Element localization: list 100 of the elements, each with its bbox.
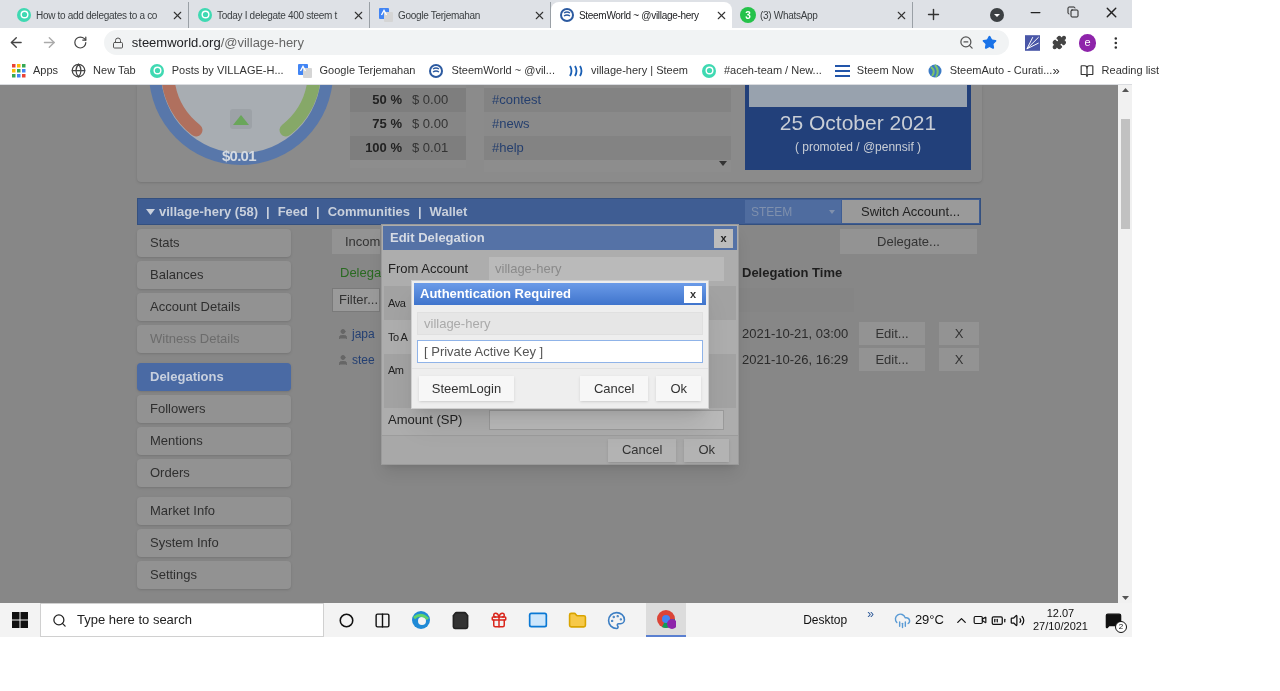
edit-button[interactable]: Edit...	[859, 348, 925, 371]
remove-button[interactable]: X	[939, 322, 979, 345]
sidebar-item[interactable]: Followers	[137, 395, 291, 423]
account-link[interactable]: village-hery (58)	[159, 201, 258, 222]
desktop-label[interactable]: Desktop	[803, 611, 848, 629]
search-field[interactable]: Type here to search	[40, 603, 324, 637]
close-button[interactable]: x	[714, 228, 733, 248]
profile-avatar[interactable]: e	[1078, 33, 1097, 52]
tab-title: SteemWorld ~ @village-hery	[579, 8, 700, 23]
bookmark[interactable]: village-hery | Steem	[567, 62, 688, 79]
dialog-button[interactable]: Cancel	[607, 438, 677, 462]
windows-logo-icon[interactable]	[12, 612, 28, 628]
clock[interactable]: 12.07 27/10/2021	[1032, 607, 1088, 633]
palette-icon[interactable]	[607, 610, 626, 630]
url-text: steemworld.org/@village-hery	[131, 33, 305, 52]
reading-list-icon[interactable]	[1079, 63, 1094, 78]
camera-icon[interactable]	[972, 613, 987, 627]
sidebar-item[interactable]: Stats	[137, 229, 291, 257]
sidebar-item[interactable]: Mentions	[137, 427, 291, 455]
browser-taskbar-icon[interactable]	[646, 603, 686, 637]
switch-account-button[interactable]: Switch Account...	[842, 200, 979, 223]
sidebar-item[interactable]: Settings	[137, 561, 291, 589]
scroll-up-icon[interactable]	[1121, 88, 1129, 92]
bookmarks-overflow[interactable]: »	[1052, 60, 1060, 81]
star-icon[interactable]	[981, 35, 997, 50]
vote-row: 50 % $ 0.00	[350, 88, 466, 112]
bookmark[interactable]: SteemAuto - Curati...	[926, 62, 1053, 79]
field-label: Am	[388, 363, 405, 378]
dialog-button[interactable]: Ok	[656, 376, 701, 401]
gift-icon[interactable]	[490, 611, 508, 629]
nav-link[interactable]: Communities	[327, 201, 410, 222]
section-heading: Delega	[339, 264, 380, 283]
bookmark[interactable]: Steem Now	[834, 62, 914, 79]
swirl-logo-icon	[926, 62, 943, 79]
wave-logo-icon	[567, 63, 584, 78]
delegation-time: 2021-10-21, 03:00	[742, 324, 850, 343]
chat-bubble-icon	[148, 62, 165, 79]
dialog-button[interactable]: Ok	[684, 438, 729, 462]
dialog-button[interactable]: Cancel	[579, 376, 649, 401]
extension-icon[interactable]	[1024, 34, 1041, 51]
scrollbar[interactable]	[1118, 85, 1132, 603]
search-icon[interactable]	[52, 612, 67, 628]
vote-row: 100 % $ 0.01	[350, 136, 466, 160]
volume-icon[interactable]	[1009, 612, 1025, 628]
tab-title: Google Terjemahan	[398, 8, 481, 23]
reading-list-button[interactable]: Reading list	[1079, 62, 1160, 79]
translate-icon	[296, 62, 313, 79]
lock-icon	[111, 36, 124, 49]
bookmark[interactable]: SteemWorld ~ @vil...	[428, 62, 555, 79]
private-key-field[interactable]: [ Private Active Key ]	[417, 340, 703, 363]
amount-field[interactable]	[489, 410, 724, 430]
dialog-title: Authentication Required	[420, 285, 572, 304]
caret-icon[interactable]	[146, 208, 155, 215]
tab-button[interactable]: Incom	[332, 229, 380, 254]
toolbar-overflow[interactable]: »	[867, 605, 874, 623]
chat-bubble-icon	[197, 7, 213, 23]
reload-icon[interactable]	[73, 35, 88, 50]
nav-link[interactable]: Wallet	[429, 201, 468, 222]
bookmark[interactable]: #aceh-team / New...	[700, 62, 822, 79]
field-label: Ava	[388, 295, 407, 311]
sidebar-item[interactable]: Orders	[137, 459, 291, 487]
dropdown-circle-icon[interactable]	[990, 8, 1004, 22]
separator: |	[316, 202, 320, 221]
sidebar-item[interactable]: Account Details	[137, 293, 291, 321]
column-header: Delegation Time	[742, 264, 843, 283]
scroll-down-icon[interactable]	[1121, 596, 1129, 600]
address-bar[interactable]: steemworld.org/@village-hery	[103, 30, 1009, 55]
promo-banner[interactable]: 25 October 2021 ( promoted / @pennsif )	[745, 85, 971, 170]
weather-icon[interactable]	[893, 611, 911, 629]
task-view-icon[interactable]	[374, 611, 391, 629]
browser-swirl-icon[interactable]	[411, 610, 431, 630]
temperature[interactable]: 29°C	[914, 610, 944, 630]
sidebar-item[interactable]: System Info	[137, 529, 291, 557]
browser-tab[interactable]: SteemWorld ~ @village-hery	[551, 2, 732, 28]
restore-icon[interactable]	[1067, 6, 1079, 18]
filter-field[interactable]: Filter...	[332, 288, 380, 312]
steemlogin-button[interactable]: SteemLogin	[419, 376, 514, 401]
zoom-out-icon[interactable]	[958, 35, 974, 50]
globe-icon	[71, 63, 87, 78]
vote-row: 75 % $ 0.00	[350, 112, 466, 136]
edit-button[interactable]: Edit...	[859, 322, 925, 345]
bookmark[interactable]: Apps	[12, 62, 59, 79]
delegate-button[interactable]: Delegate...	[840, 229, 977, 254]
bookmark[interactable]: Posts by VILLAGE-H...	[148, 62, 284, 79]
sidebar-item[interactable]: Market Info	[137, 497, 291, 525]
bookmark[interactable]: Google Terjemahan	[296, 62, 416, 79]
user-icon	[337, 353, 349, 366]
back-icon[interactable]	[8, 34, 25, 51]
tab-title: Today I delegate 400 steem t	[217, 8, 339, 23]
bookmark[interactable]: New Tab	[71, 62, 136, 79]
extensions-icon[interactable]	[1052, 35, 1067, 50]
field-label: To A	[388, 329, 409, 345]
apps-grid-icon	[12, 63, 26, 78]
remove-button[interactable]: X	[939, 348, 979, 371]
scrollbar-thumb[interactable]	[1120, 119, 1130, 229]
sidebar-item[interactable]: Delegations	[137, 363, 291, 391]
new-tab-icon[interactable]	[925, 6, 942, 23]
close-button[interactable]: x	[684, 285, 702, 303]
sidebar-item[interactable]: Balances	[137, 261, 291, 289]
nav-link[interactable]: Feed	[277, 201, 308, 222]
